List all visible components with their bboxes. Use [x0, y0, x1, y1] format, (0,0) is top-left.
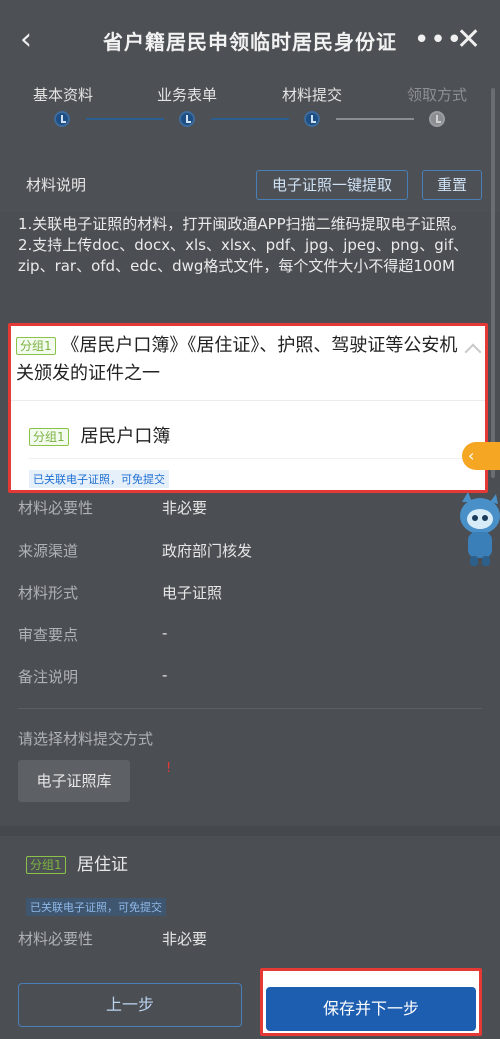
item-tag: 分组1: [26, 856, 66, 874]
step-current-icon: [304, 111, 320, 127]
progress-steps: 基本资料 业务表单 材料提交 领取方式: [0, 78, 500, 148]
step-connector: [336, 118, 414, 120]
group-tag: 分组1: [16, 337, 56, 355]
step-label-pickup: 领取方式: [407, 86, 468, 104]
detail-label: 材料必要性: [18, 499, 94, 517]
item-name: 居民户口簿: [80, 426, 171, 447]
reset-button[interactable]: 重置: [422, 170, 482, 200]
required-mark: !: [166, 761, 172, 776]
step-connector: [86, 118, 164, 120]
group-title: 分组1 《居民户口簿》《居住证》、护照、驾驶证等公安机关颁发的证件之一: [16, 332, 466, 388]
divider: [18, 708, 482, 709]
step-done-icon: [179, 111, 195, 127]
step-done-icon: [54, 111, 70, 127]
submit-method-label: 请选择材料提交方式: [18, 730, 154, 748]
item-tag: 分组1: [29, 428, 69, 446]
detail-value: 政府部门核发: [162, 542, 253, 560]
chevron-up-icon[interactable]: [464, 343, 482, 361]
scrollbar[interactable]: [491, 88, 495, 478]
detail-label: 来源渠道: [18, 542, 79, 560]
step-label-materials: 材料提交: [282, 86, 343, 104]
e-license-library-button[interactable]: 电子证照库: [18, 760, 130, 802]
materials-header: 材料说明 电子证照一键提取 重置: [0, 148, 500, 212]
materials-note: 1.关联电子证照的材料，打开闽政通APP扫描二维码提取电子证照。: [18, 215, 466, 233]
detail-value: -: [162, 624, 168, 642]
detail-value: -: [162, 666, 168, 684]
save-next-button[interactable]: 保存并下一步: [266, 987, 476, 1031]
group-item[interactable]: 分组1 居民户口簿: [29, 422, 170, 448]
detail-label: 材料必要性: [18, 930, 94, 948]
group-title-text: 《居民户口簿》《居住证》、护照、驾驶证等公安机关颁发的证件之一: [16, 335, 458, 384]
materials-note: 2.支持上传doc、docx、xls、xlsx、pdf、jpg、jpeg、png…: [18, 236, 469, 275]
detail-value: 电子证照: [162, 584, 223, 602]
detail-label: 审查要点: [18, 626, 79, 644]
divider: [29, 458, 467, 459]
step-connector: [211, 118, 289, 120]
item-name: 居住证: [77, 855, 129, 875]
materials-notes: 1.关联电子证照的材料，打开闽政通APP扫描二维码提取电子证照。 2.支持上传d…: [18, 214, 488, 277]
step-label-basic: 基本资料: [33, 86, 94, 104]
linked-license-badge: 已关联电子证照，可免提交: [26, 898, 166, 916]
step-label-form: 业务表单: [157, 86, 218, 104]
detail-value: 非必要: [162, 499, 208, 517]
material-group-card[interactable]: 分组1 《居民户口簿》《居住证》、护照、驾驶证等公安机关颁发的证件之一 分组1 …: [8, 323, 488, 493]
side-float-tab[interactable]: ‹: [462, 442, 500, 470]
linked-license-badge: 已关联电子证照，可免提交: [29, 470, 169, 488]
header: ‹ 省户籍居民申领临时居民身份证 ••• ✕: [0, 0, 500, 78]
close-icon[interactable]: ✕: [456, 22, 481, 58]
extract-license-button[interactable]: 电子证照一键提取: [256, 170, 408, 200]
divider: [11, 400, 485, 401]
materials-title: 材料说明: [26, 176, 87, 194]
step-pending-icon: [429, 111, 445, 127]
next-button-highlight: 保存并下一步: [260, 968, 482, 1036]
mascot-icon[interactable]: [452, 488, 500, 568]
footer-bar: 上一步 保存并下一步: [0, 965, 500, 1039]
detail-label: 备注说明: [18, 668, 79, 686]
prev-button[interactable]: 上一步: [18, 983, 242, 1027]
detail-label: 材料形式: [18, 584, 79, 602]
section-gap: [0, 826, 500, 836]
detail-value: 非必要: [162, 930, 208, 948]
second-item-title[interactable]: 分组1 居住证: [26, 850, 128, 875]
